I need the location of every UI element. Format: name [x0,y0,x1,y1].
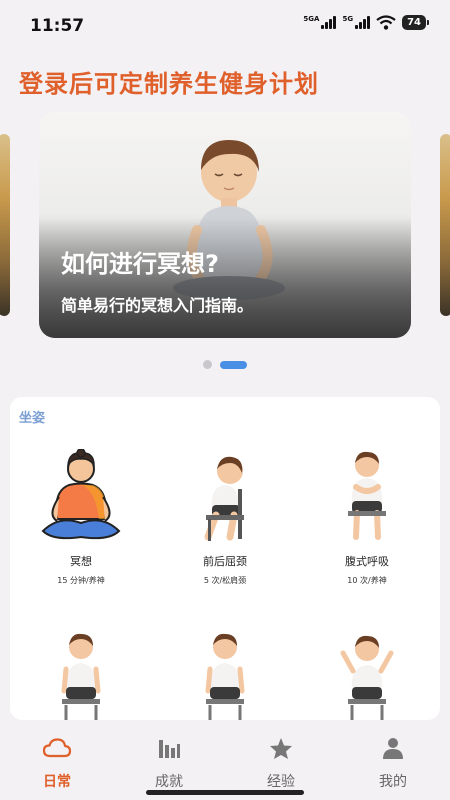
wifi-icon [376,15,396,30]
cloud-icon [42,738,72,758]
slide-subtitle: 简单易行的冥想入门指南。 [61,296,254,315]
bar-chart-icon [159,740,180,758]
carousel-next-slide[interactable] [440,134,450,316]
section-title: 坐姿 [19,411,46,426]
home-indicator [146,790,304,795]
tab-label: 成就 [155,774,183,790]
exercise-card: 坐姿 冥想 15 分钟/养神 前后屈颈 5 次/松肩颈 腹式呼吸 10 次/养神 [10,397,440,720]
exercise-item[interactable] [155,625,295,720]
login-prompt-title[interactable]: 登录后可定制养生健身计划 [19,64,319,99]
exercise-meta: 10 次/养神 [347,576,387,585]
cellular-signal-icon: 5G [342,15,371,29]
carousel-dot[interactable] [203,360,212,369]
person-icon [383,738,403,759]
exercise-name: 腹式呼吸 [345,555,389,568]
star-icon [270,737,292,759]
carousel-pagination [0,360,450,369]
carousel-slide[interactable]: 如何进行冥想? 简单易行的冥想入门指南。 [39,112,411,338]
exercise-item[interactable]: 前后屈颈 5 次/松肩颈 [155,449,295,586]
slide-title: 如何进行冥想? [61,250,219,278]
tab-profile[interactable]: 我的 [337,735,449,791]
tab-daily[interactable]: 日常 [1,735,113,791]
tab-label: 日常 [43,774,71,790]
arms-raised-figure-icon [340,635,394,720]
exercise-name: 冥想 [70,555,92,568]
tab-label: 经验 [267,774,295,790]
exercise-item[interactable]: 冥想 15 分钟/养神 [11,449,151,586]
network-type-label: 5G [342,15,354,23]
exercise-item[interactable] [11,625,151,720]
exercise-meta: 5 次/松肩颈 [203,576,247,585]
carousel-prev-slide[interactable] [0,134,10,316]
bottom-tab-bar: 日常 成就 经验 我的 [0,721,450,800]
cellular-signal-icon: 5GA [303,15,337,29]
battery-icon: 74 [402,15,429,30]
article-carousel[interactable]: 如何进行冥想? 简单易行的冥想入门指南。 [0,112,450,342]
neck-flexion-figure-icon [204,456,244,541]
seated-figure-icon [61,633,101,720]
tab-label: 我的 [379,774,407,790]
tab-achievements[interactable]: 成就 [113,735,225,791]
exercise-name: 前后屈颈 [203,555,247,568]
network-type-label: 5GA [303,15,320,23]
status-bar: 11:57 5GA 5G 74 [0,0,450,52]
exercise-item[interactable] [297,625,437,720]
exercise-meta: 15 分钟/养神 [57,576,105,585]
tab-experience[interactable]: 经验 [225,735,337,791]
meditation-figure-icon [41,449,121,540]
exercise-item[interactable]: 腹式呼吸 10 次/养神 [297,449,437,586]
carousel-dot-active[interactable] [220,360,247,369]
status-icons: 5GA 5G 74 [303,15,429,30]
status-time: 11:57 [30,16,85,36]
seated-figure-icon [205,633,245,720]
breathing-figure-icon [348,451,386,540]
